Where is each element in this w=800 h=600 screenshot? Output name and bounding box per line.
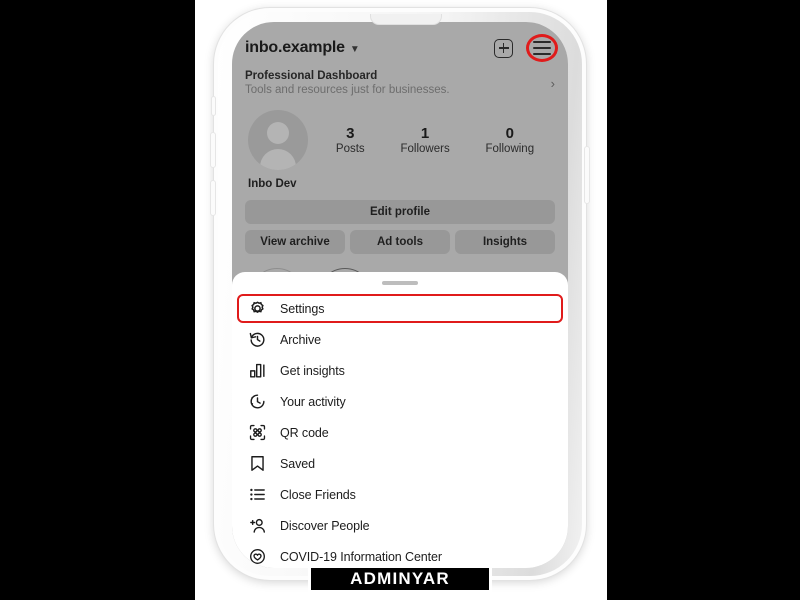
- profile-stats-row: 3 Posts 1 Followers 0 Following: [232, 106, 568, 170]
- menu-item-your-activity[interactable]: Your activity: [232, 386, 568, 417]
- phone-screen: inbo.example ▼ Professional Dashboard To…: [232, 22, 568, 568]
- stat-followers[interactable]: 1 Followers: [400, 125, 449, 155]
- silent-switch-button[interactable]: [211, 96, 216, 116]
- bar-chart-icon: [246, 360, 268, 382]
- screenshot-stage: inbo.example ▼ Professional Dashboard To…: [0, 0, 800, 600]
- watermark-text: ADMINYAR: [350, 569, 450, 588]
- stat-posts-label: Posts: [335, 143, 365, 155]
- menu-item-label: COVID-19 Information Center: [280, 549, 442, 564]
- watermark: ADMINYAR: [308, 565, 492, 593]
- menu-item-settings[interactable]: Settings: [232, 293, 568, 324]
- heart-circle-icon: [246, 546, 268, 568]
- professional-dashboard-row[interactable]: Professional Dashboard Tools and resourc…: [232, 66, 568, 106]
- add-post-icon[interactable]: [494, 38, 513, 58]
- stat-followers-value: 1: [420, 125, 430, 142]
- stat-followers-label: Followers: [400, 143, 450, 155]
- clock-rewind-icon: [246, 329, 268, 351]
- profile-top-bar: inbo.example ▼: [232, 22, 568, 66]
- stat-posts[interactable]: 3 Posts: [336, 125, 365, 155]
- hamburger-menu-button[interactable]: [526, 34, 558, 62]
- gear-icon: [246, 298, 268, 320]
- power-button[interactable]: [584, 146, 590, 204]
- dashboard-title: Professional Dashboard: [245, 70, 378, 82]
- menu-item-label: Get insights: [280, 363, 345, 378]
- profile-action-buttons: Edit profile View archive Ad tools Insig…: [232, 190, 568, 254]
- stat-following-value: 0: [505, 125, 514, 142]
- chevron-down-icon[interactable]: ▼: [350, 44, 360, 55]
- menu-item-close-friends[interactable]: Close Friends: [232, 479, 568, 510]
- hamburger-highlight-ring: [526, 34, 558, 62]
- menu-item-label: Your activity: [280, 394, 346, 409]
- menu-item-covid-information-center[interactable]: COVID-19 Information Center: [232, 541, 568, 568]
- menu-item-label: Saved: [280, 456, 315, 471]
- menu-item-label: Close Friends: [280, 487, 356, 502]
- menu-item-label: Discover People: [280, 518, 370, 533]
- menu-item-label: Archive: [280, 332, 321, 347]
- menu-item-archive[interactable]: Archive: [232, 324, 568, 355]
- person-add-icon: [246, 515, 268, 537]
- stat-following[interactable]: 0 Following: [486, 125, 535, 155]
- dashboard-subtitle: Tools and resources just for businesses.: [245, 84, 450, 96]
- menu-item-saved[interactable]: Saved: [232, 448, 568, 479]
- menu-item-get-insights[interactable]: Get insights: [232, 355, 568, 386]
- insights-button[interactable]: Insights: [455, 230, 555, 254]
- stat-following-label: Following: [485, 143, 535, 155]
- list-icon: [246, 484, 268, 506]
- menu-item-label: Settings: [280, 301, 325, 316]
- menu-item-discover-people[interactable]: Discover People: [232, 510, 568, 541]
- clock-icon: [246, 391, 268, 413]
- secondary-buttons-row: View archive Ad tools Insights: [245, 230, 555, 254]
- username-label[interactable]: inbo.example: [245, 39, 345, 57]
- bookmark-icon: [246, 453, 268, 475]
- menu-item-label: QR code: [280, 425, 329, 440]
- menu-bottom-sheet: Settings Archive Get insights Your activ…: [232, 272, 568, 568]
- dashboard-text-group: Professional Dashboard Tools and resourc…: [245, 70, 551, 96]
- menu-list: Settings Archive Get insights Your activ…: [232, 293, 568, 568]
- view-archive-button[interactable]: View archive: [245, 230, 345, 254]
- avatar[interactable]: [248, 110, 308, 170]
- stats-group: 3 Posts 1 Followers 0 Following: [308, 125, 552, 155]
- volume-down-button[interactable]: [210, 180, 216, 216]
- qr-code-icon: [246, 422, 268, 444]
- phone-earpiece-notch: [370, 14, 442, 25]
- edit-profile-button[interactable]: Edit profile: [245, 200, 555, 224]
- volume-up-button[interactable]: [210, 132, 216, 168]
- full-name-label: Inbo Dev: [248, 178, 297, 190]
- stat-posts-value: 3: [346, 125, 355, 142]
- chevron-right-icon: ›: [550, 76, 555, 91]
- menu-item-qr-code[interactable]: QR code: [232, 417, 568, 448]
- sheet-drag-handle[interactable]: [382, 281, 418, 285]
- ad-tools-button[interactable]: Ad tools: [350, 230, 450, 254]
